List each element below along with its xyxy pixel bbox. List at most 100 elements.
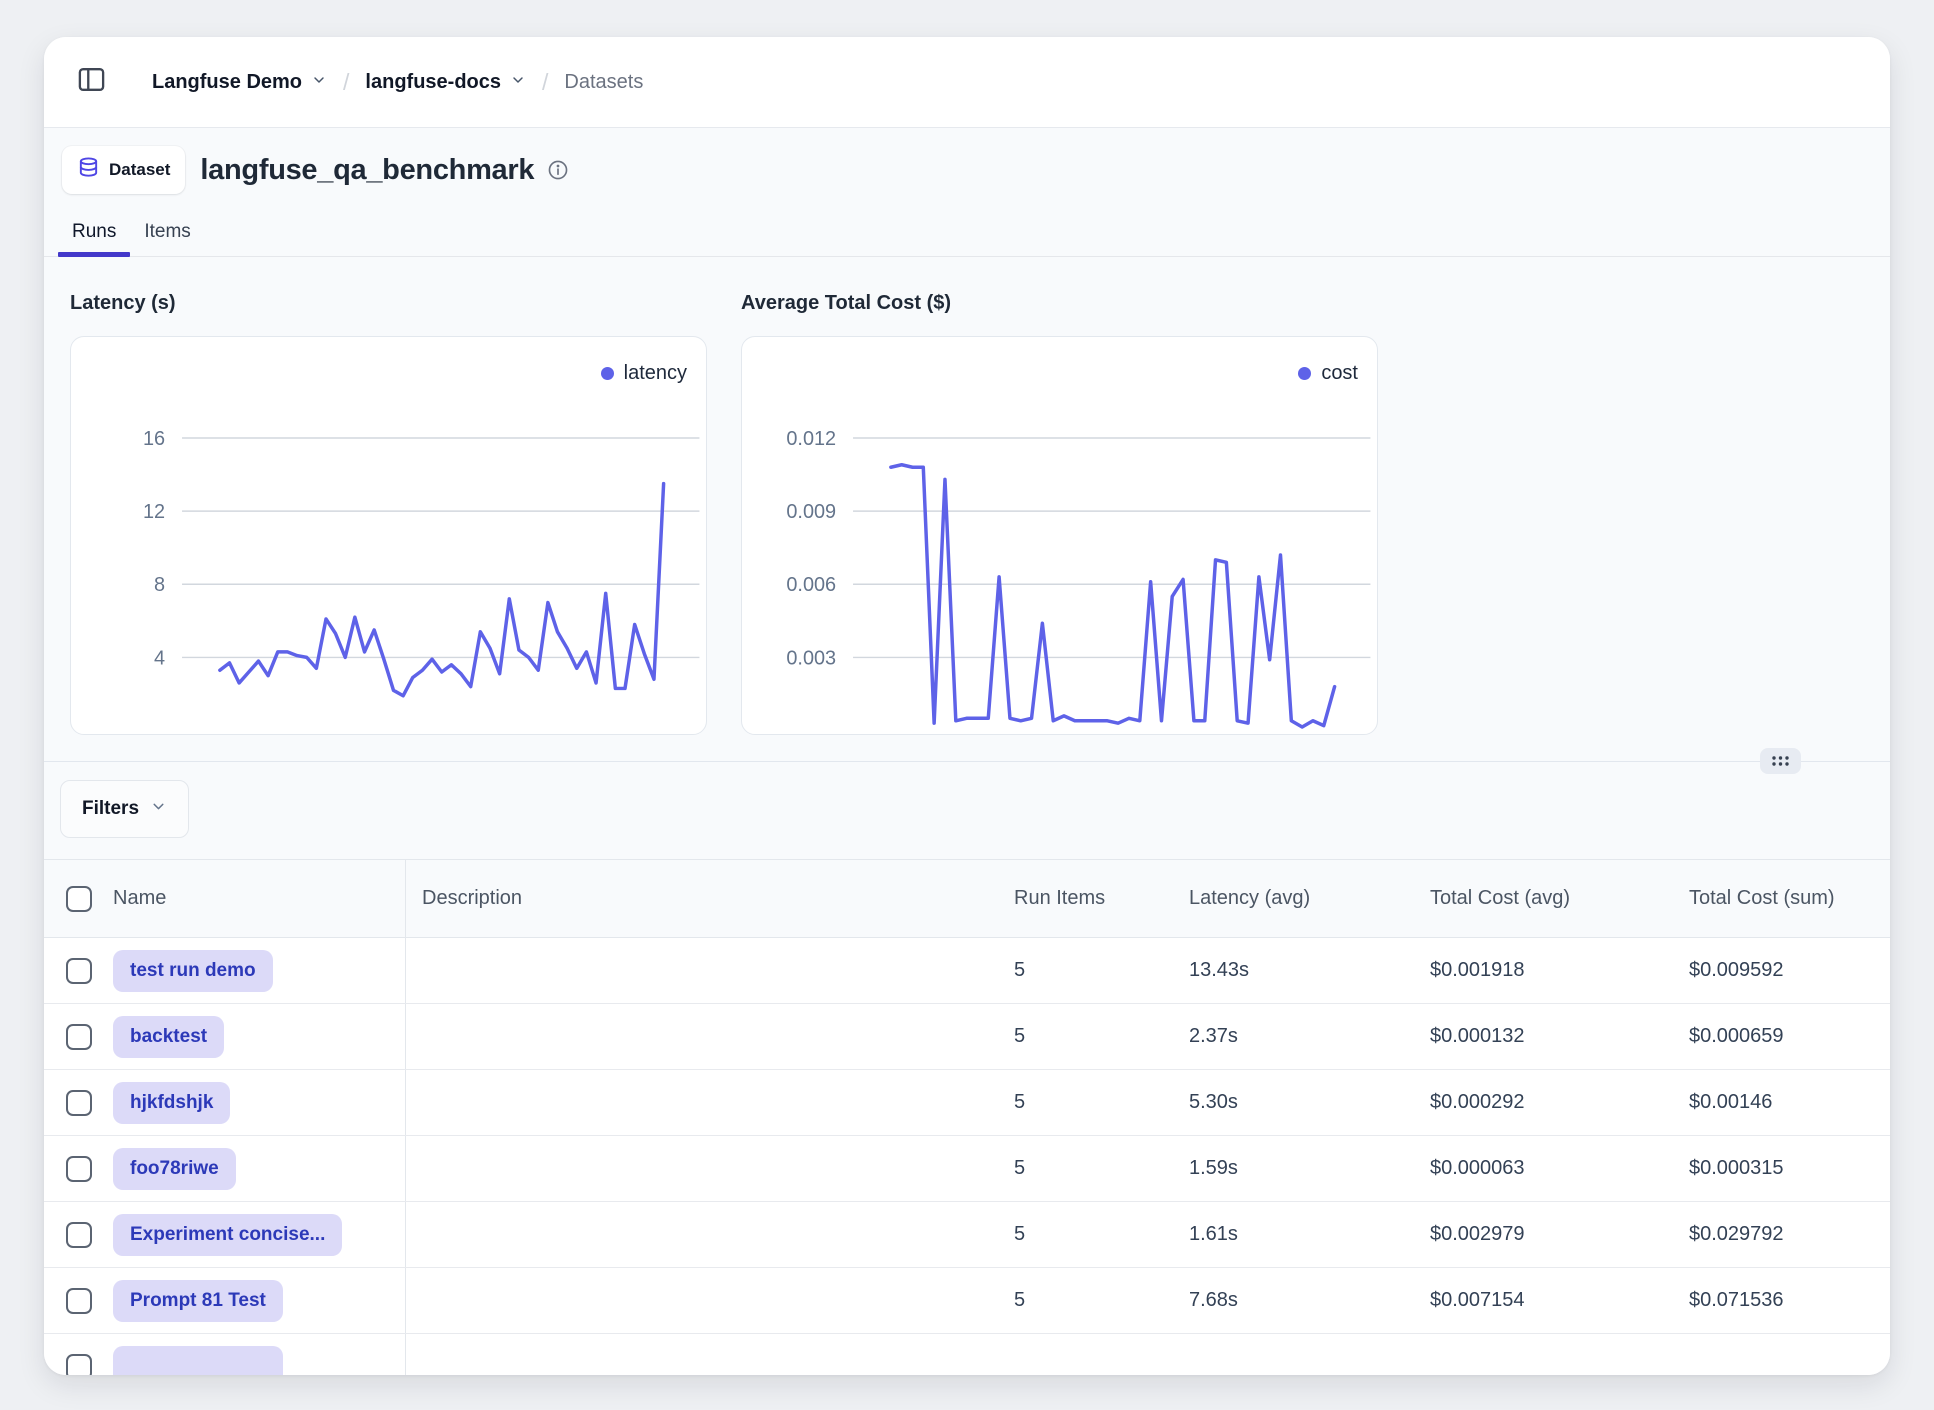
run-name-pill[interactable]: Prompt 81 Test — [113, 1280, 283, 1322]
drag-handle[interactable] — [1760, 748, 1801, 774]
row-checkbox[interactable] — [66, 1222, 92, 1248]
run-description-cell — [406, 1004, 1006, 1069]
run-name-cell: hjkfdshjk — [100, 1070, 406, 1135]
total-cost-avg-cell: $0.000063 — [1422, 1136, 1681, 1201]
tabs: Runs Items — [44, 221, 1890, 257]
run-name-pill[interactable]: foo78riwe — [113, 1148, 236, 1190]
y-axis-tick-label: 4 — [154, 647, 165, 669]
run-items-cell — [1006, 1334, 1181, 1375]
legend-dot-icon — [601, 367, 614, 380]
dataset-badge-label: Dataset — [109, 160, 170, 180]
breadcrumb-project-label: Langfuse Demo — [152, 71, 302, 94]
total-cost-avg-cell — [1422, 1334, 1681, 1375]
table-row[interactable]: test run demo513.43s$0.001918$0.009592 — [44, 938, 1890, 1004]
column-header-latency-avg[interactable]: Latency (avg) — [1189, 887, 1310, 910]
tab-items[interactable]: Items — [130, 221, 204, 256]
table-header-row: Name Description Run Items Latency (avg)… — [44, 860, 1890, 938]
row-checkbox-cell — [44, 1136, 100, 1201]
chevron-down-icon — [510, 71, 526, 94]
table-row[interactable]: foo78riwe51.59s$0.000063$0.000315 — [44, 1136, 1890, 1202]
row-checkbox[interactable] — [66, 1024, 92, 1050]
runs-table: Name Description Run Items Latency (avg)… — [44, 859, 1890, 1375]
cost-series-line — [891, 465, 1335, 727]
table-row[interactable]: backtest52.37s$0.000132$0.000659 — [44, 1004, 1890, 1070]
table-body: test run demo513.43s$0.001918$0.009592ba… — [44, 938, 1890, 1375]
row-checkbox[interactable] — [66, 1354, 92, 1376]
total-cost-avg-cell: $0.000292 — [1422, 1070, 1681, 1135]
dataset-title-row: Dataset langfuse_qa_benchmark — [44, 128, 1890, 194]
latency-avg-cell — [1181, 1334, 1422, 1375]
run-name-pill[interactable]: backtest — [113, 1016, 224, 1058]
grip-dots-icon — [1760, 748, 1801, 774]
run-name-pill[interactable] — [113, 1346, 283, 1376]
y-axis-tick-label: 0.012 — [786, 428, 836, 450]
page-body: Dataset langfuse_qa_benchmark Runs Items… — [44, 128, 1890, 1375]
y-axis-tick-label: 16 — [143, 428, 165, 450]
latency-line-plot: 16 12 8 4 — [71, 337, 706, 734]
breadcrumb-separator: / — [542, 69, 548, 96]
row-checkbox[interactable] — [66, 1090, 92, 1116]
main-card: Langfuse Demo / langfuse-docs / Datasets — [44, 37, 1890, 1375]
cost-chart-block: Average Total Cost ($) 0.0120.0090.0060.… — [741, 292, 1378, 735]
column-header-total-cost-sum[interactable]: Total Cost (sum) — [1689, 887, 1835, 910]
latency-avg-cell: 2.37s — [1181, 1004, 1422, 1069]
row-checkbox-cell — [44, 938, 100, 1003]
filters-button[interactable]: Filters — [60, 780, 189, 838]
legend-label: cost — [1321, 362, 1358, 385]
row-checkbox[interactable] — [66, 958, 92, 984]
total-cost-sum-cell: $0.029792 — [1681, 1202, 1890, 1267]
run-description-cell — [406, 1202, 1006, 1267]
table-row[interactable]: Prompt 81 Test57.68s$0.007154$0.071536 — [44, 1268, 1890, 1334]
total-cost-avg-cell: $0.002979 — [1422, 1202, 1681, 1267]
table-row[interactable]: hjkfdshjk55.30s$0.000292$0.00146 — [44, 1070, 1890, 1136]
row-checkbox[interactable] — [66, 1156, 92, 1182]
info-icon[interactable] — [547, 159, 569, 181]
run-name-cell: Experiment concise... — [100, 1202, 406, 1267]
run-description-cell — [406, 1268, 1006, 1333]
latency-legend: latency — [601, 362, 687, 385]
legend-dot-icon — [1298, 367, 1311, 380]
total-cost-avg-cell: $0.000132 — [1422, 1004, 1681, 1069]
run-name-pill[interactable]: hjkfdshjk — [113, 1082, 230, 1124]
legend-label: latency — [624, 362, 687, 385]
run-items-cell: 5 — [1006, 1070, 1181, 1135]
latency-chart: 16 12 8 4 latency — [70, 336, 707, 735]
run-items-cell: 5 — [1006, 1268, 1181, 1333]
column-header-name[interactable]: Name — [113, 887, 166, 910]
column-header-description[interactable]: Description — [422, 887, 522, 910]
y-axis-tick-label: 0.006 — [786, 574, 836, 596]
y-axis-tick-label: 12 — [143, 501, 165, 523]
sidebar-toggle-button[interactable] — [74, 65, 108, 99]
breadcrumb-project[interactable]: Langfuse Demo — [152, 71, 327, 94]
column-header-total-cost-avg[interactable]: Total Cost (avg) — [1430, 887, 1570, 910]
cost-line-plot: 0.0120.0090.0060.003 — [742, 337, 1377, 734]
total-cost-sum-cell: $0.000315 — [1681, 1136, 1890, 1201]
row-checkbox-cell — [44, 1268, 100, 1333]
y-axis-tick-label: 8 — [154, 574, 165, 596]
row-checkbox-cell — [44, 1004, 100, 1069]
breadcrumb-item[interactable]: langfuse-docs — [365, 71, 526, 94]
total-cost-avg-cell: $0.001918 — [1422, 938, 1681, 1003]
tab-runs[interactable]: Runs — [58, 221, 130, 256]
run-name-pill[interactable]: Experiment concise... — [113, 1214, 342, 1256]
column-header-run-items[interactable]: Run Items — [1014, 887, 1105, 910]
breadcrumb-separator: / — [343, 69, 349, 96]
y-axis-tick-label: 0.009 — [786, 501, 836, 523]
run-name-cell: Prompt 81 Test — [100, 1268, 406, 1333]
row-checkbox[interactable] — [66, 1288, 92, 1314]
table-row[interactable] — [44, 1334, 1890, 1375]
row-checkbox-cell — [44, 1334, 100, 1375]
row-checkbox-cell — [44, 1202, 100, 1267]
panel-left-icon — [76, 64, 107, 100]
latency-avg-cell: 5.30s — [1181, 1070, 1422, 1135]
select-all-checkbox[interactable] — [66, 886, 92, 912]
table-row[interactable]: Experiment concise...51.61s$0.002979$0.0… — [44, 1202, 1890, 1268]
top-bar: Langfuse Demo / langfuse-docs / Datasets — [44, 37, 1890, 128]
latency-avg-cell: 13.43s — [1181, 938, 1422, 1003]
latency-avg-cell: 1.61s — [1181, 1202, 1422, 1267]
latency-chart-block: Latency (s) 161284 latency — [70, 292, 707, 735]
run-name-pill[interactable]: test run demo — [113, 950, 273, 992]
breadcrumb-section[interactable]: Datasets — [564, 71, 643, 94]
run-description-cell — [406, 1070, 1006, 1135]
charts-row: Latency (s) 161284 latency Average Total… — [44, 257, 1890, 735]
